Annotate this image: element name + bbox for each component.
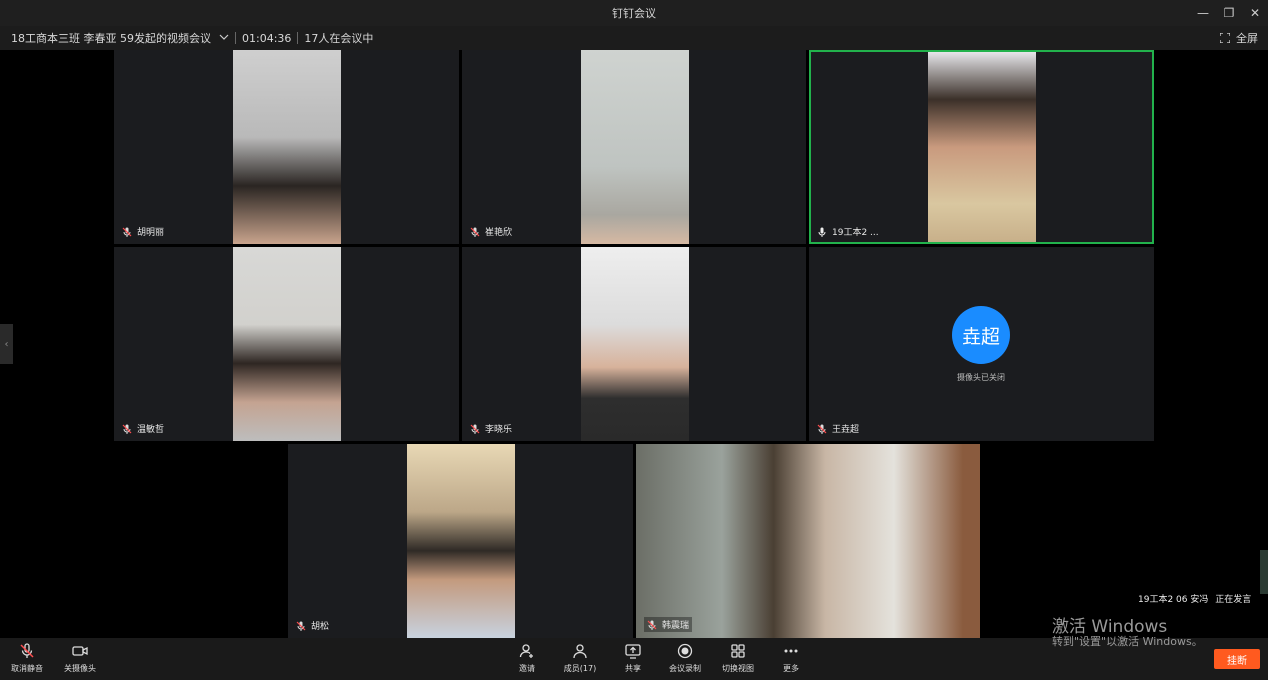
share-button[interactable]: 共享	[608, 642, 658, 674]
video-feed	[233, 247, 341, 441]
participant-name: 李晓乐	[485, 425, 513, 435]
more-icon	[784, 649, 798, 653]
record-icon	[677, 643, 693, 659]
collapse-left-tab[interactable]: ‹	[0, 324, 13, 364]
mic-muted-icon	[122, 227, 132, 237]
switch-view-label: 切换视图	[722, 664, 754, 673]
chevron-left-icon: ‹	[4, 338, 9, 350]
video-feed	[233, 50, 341, 244]
grid-view-icon	[731, 644, 745, 658]
chevron-down-icon[interactable]	[219, 32, 229, 45]
mic-muted-icon	[817, 424, 827, 434]
unmute-label: 取消静音	[11, 664, 43, 673]
title-bar: 钉钉会议 — ❐ ✕	[0, 0, 1268, 26]
participant-name: 胡松	[311, 622, 330, 632]
record-label: 会议录制	[669, 664, 701, 673]
fullscreen-icon	[1220, 33, 1230, 43]
mic-muted-icon	[20, 643, 34, 658]
fullscreen-label: 全屏	[1236, 32, 1258, 45]
video-feed	[407, 444, 515, 638]
add-user-icon	[519, 644, 533, 658]
video-tile-camera-off[interactable]: 垚超 摄像头已关闭 王垚超	[809, 247, 1154, 441]
speaking-indicator: 19工本2 06 安冯 正在发言	[1138, 592, 1251, 605]
video-tile[interactable]: 胡明丽	[114, 50, 459, 244]
participant-name: 温敏哲	[137, 425, 165, 435]
camera-off-button[interactable]: 关摄像头	[55, 642, 105, 674]
restore-button[interactable]: ❐	[1216, 0, 1242, 26]
camera-icon	[72, 646, 88, 656]
close-button[interactable]: ✕	[1242, 0, 1268, 26]
participant-name: 19工本2 ...	[832, 228, 879, 238]
participant-name: 王垚超	[832, 425, 860, 435]
divider	[235, 32, 236, 44]
video-tile[interactable]: 李晓乐	[462, 247, 806, 441]
meeting-name: 18工商本三班 李春亚 59发起的视频会议	[11, 32, 211, 45]
participant-count: 17人在会议中	[304, 32, 374, 45]
meeting-info-bar: 18工商本三班 李春亚 59发起的视频会议 01:04:36 17人在会议中 全…	[0, 26, 1268, 50]
mic-muted-icon	[122, 424, 132, 434]
share-label: 共享	[625, 664, 641, 673]
mic-muted-icon	[296, 621, 306, 631]
invite-button[interactable]: 邀请	[502, 642, 552, 674]
members-label: 成员(17)	[563, 664, 597, 673]
participant-name: 韩震瑞	[662, 621, 690, 631]
camera-off-text: 摄像头已关闭	[957, 373, 1005, 382]
meeting-duration: 01:04:36	[242, 31, 292, 45]
video-feed	[581, 50, 689, 244]
right-scrollbar[interactable]	[1260, 550, 1268, 594]
video-tile[interactable]: 温敏哲	[114, 247, 459, 441]
unmute-button[interactable]: 取消静音	[2, 642, 52, 674]
switch-view-button[interactable]: 切换视图	[713, 642, 763, 674]
record-button[interactable]: 会议录制	[660, 642, 710, 674]
share-screen-icon	[625, 644, 641, 659]
mic-muted-icon	[470, 227, 480, 237]
more-label: 更多	[783, 664, 799, 673]
fullscreen-button[interactable]: 全屏	[1220, 30, 1258, 46]
window-title: 钉钉会议	[612, 7, 656, 20]
mic-icon	[818, 227, 826, 237]
hangup-button[interactable]: 挂断	[1214, 649, 1260, 669]
participant-name: 胡明丽	[137, 228, 165, 238]
avatar: 垚超	[952, 306, 1010, 364]
mic-muted-icon	[647, 620, 657, 630]
activation-watermark-text: 转到"设置"以激活 Windows。	[1052, 635, 1203, 648]
video-tile-speaking[interactable]: 19工本2 ...	[809, 50, 1154, 244]
camera-off-label: 关摄像头	[64, 664, 96, 673]
participant-name: 崔艳欣	[485, 228, 513, 238]
mic-muted-icon	[470, 424, 480, 434]
minimize-button[interactable]: —	[1190, 0, 1216, 26]
members-icon	[573, 644, 587, 659]
video-feed	[928, 52, 1036, 242]
speaker-name: 19工本2 06 安冯	[1138, 595, 1209, 605]
video-tile[interactable]: 韩震瑞	[636, 444, 980, 638]
divider	[297, 32, 299, 44]
video-tile[interactable]: 胡松	[288, 444, 633, 638]
speaking-status: 正在发言	[1215, 595, 1252, 605]
more-button[interactable]: 更多	[766, 642, 816, 674]
video-feed	[581, 247, 689, 441]
invite-label: 邀请	[519, 664, 535, 673]
video-tile[interactable]: 崔艳欣	[462, 50, 806, 244]
members-button[interactable]: 成员(17)	[555, 642, 605, 674]
video-feed	[636, 444, 980, 638]
